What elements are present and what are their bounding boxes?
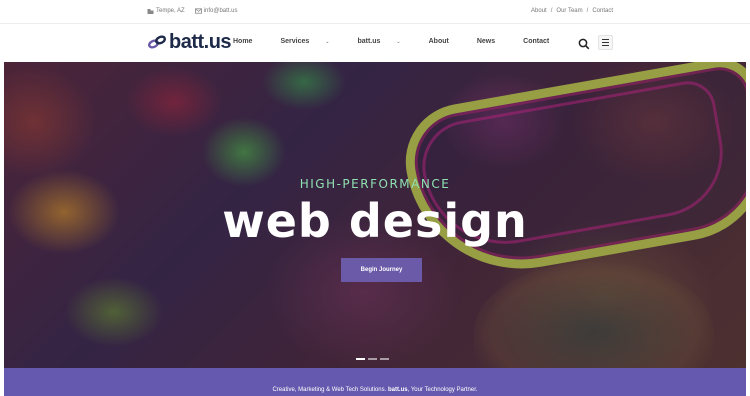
chevron-down-icon: ⌄ [325, 38, 330, 45]
tagline-text: Creative, Marketing & Web Tech Solutions… [272, 387, 388, 393]
contact-info: Tempe, AZ info@batt.us [147, 8, 237, 14]
nav-item-contact[interactable]: Contact [523, 38, 563, 45]
nav-label: Services [280, 38, 310, 45]
brand-logo[interactable]: batt.us [147, 31, 232, 53]
menu-line [602, 41, 609, 44]
menu-line [602, 45, 609, 47]
nav-label: About [428, 38, 449, 45]
nav-label: News [476, 38, 496, 45]
hero-title: web design [222, 194, 528, 248]
location-item: Tempe, AZ [147, 8, 185, 14]
top-link-contact[interactable]: Contact [592, 8, 613, 14]
nav-item-services[interactable]: Services ⌄ [280, 38, 343, 45]
location-text: Tempe, AZ [156, 8, 185, 14]
main-navbar: batt.us Home Services ⌄ batt.us ⌄ About Ne… [0, 24, 750, 62]
hero-subtitle: HIGH-PERFORMANCE [299, 177, 451, 191]
tagline-brand: batt.us [387, 387, 408, 393]
slider-dot-2[interactable] [368, 358, 377, 360]
nav-label: batt.us [357, 38, 381, 45]
nav-label: Contact [523, 38, 550, 45]
link-icon [147, 35, 167, 49]
nav-item-home[interactable]: Home [233, 38, 266, 45]
slider-dot-1[interactable] [356, 358, 365, 360]
slider-dot-3[interactable] [380, 358, 389, 360]
tagline-text-end: , Your Technology Partner. [407, 387, 478, 393]
nav-actions [578, 35, 613, 50]
menu-line [602, 38, 609, 40]
nav-item-about[interactable]: About [429, 38, 463, 45]
tagline: Creative, Marketing & Web Tech Solutions… [4, 387, 746, 393]
hero-slider: HIGH-PERFORMANCE web design Begin Journe… [4, 62, 746, 368]
email-link[interactable]: info@batt.us [204, 8, 238, 14]
primary-menu: Home Services ⌄ batt.us ⌄ About News Conta… [233, 38, 577, 45]
hamburger-menu-icon[interactable] [598, 35, 613, 50]
nav-item-batt-us[interactable]: batt.us ⌄ [357, 38, 414, 45]
top-link-our-team[interactable]: Our Team [556, 8, 582, 14]
building-icon [147, 8, 154, 14]
nav-label: Home [233, 38, 253, 45]
email-item[interactable]: info@batt.us [194, 8, 238, 14]
top-link-about[interactable]: About [531, 8, 547, 14]
nav-item-news[interactable]: News [477, 38, 509, 45]
top-link-separator: / [586, 8, 589, 14]
brand-name: batt.us [169, 31, 232, 53]
top-utility-bar: Tempe, AZ info@batt.us About / Our Team … [0, 0, 750, 24]
email-icon [194, 8, 202, 14]
chevron-down-icon: ⌄ [396, 38, 401, 45]
slider-pagination [356, 358, 389, 360]
tagline-band: Creative, Marketing & Web Tech Solutions… [4, 368, 746, 396]
top-links: About / Our Team / Contact [531, 8, 613, 14]
search-icon[interactable] [578, 37, 590, 49]
top-link-separator: / [550, 8, 553, 14]
begin-journey-button[interactable]: Begin Journey [341, 258, 422, 282]
